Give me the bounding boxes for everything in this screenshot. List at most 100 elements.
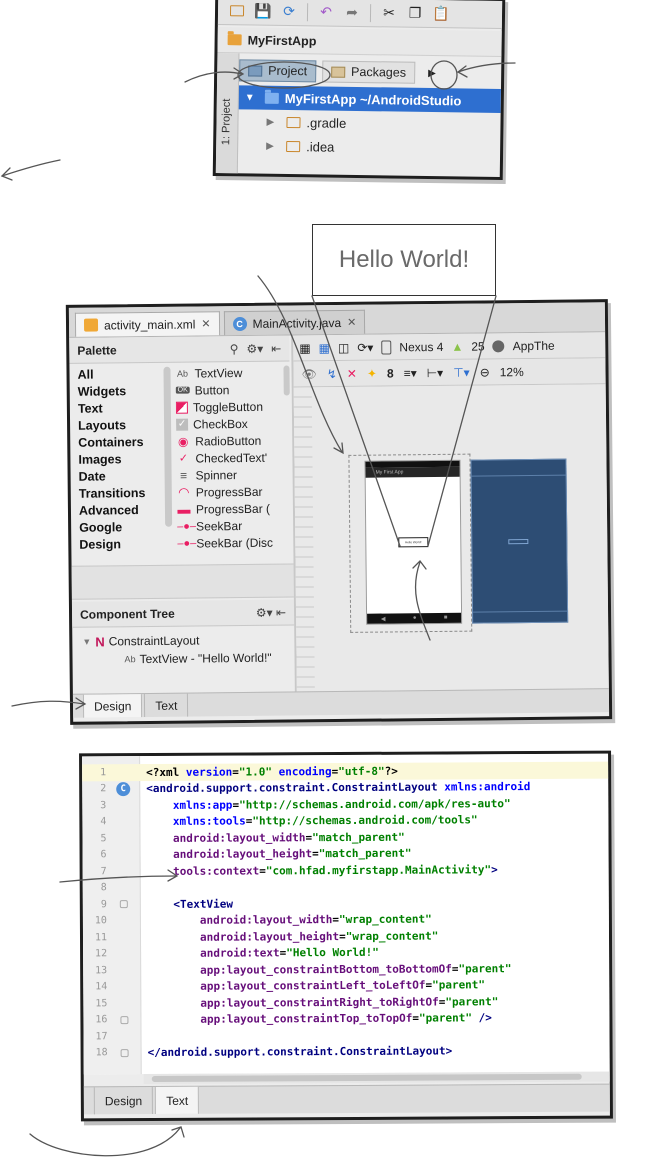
default-margin-value[interactable]: 8: [387, 366, 394, 380]
close-icon[interactable]: ✕: [347, 316, 356, 329]
tree-item-gradle[interactable]: ▶ .gradle: [238, 109, 500, 137]
both-surfaces-icon[interactable]: ◫: [338, 340, 349, 354]
pack-icon[interactable]: ≡▾: [404, 366, 417, 380]
show-constraints-icon[interactable]: 👁: [301, 367, 316, 381]
palette-item-textview[interactable]: Ab TextView: [175, 363, 291, 381]
palette-widgets: Ab TextView OK Button ToggleButton ✓ CheckB…: [175, 363, 293, 551]
palette-item-togglebutton[interactable]: ToggleButton: [175, 397, 292, 415]
design-canvas[interactable]: My First App Hello World! ◀ ● ■: [293, 384, 609, 692]
file-tab-main-activity[interactable]: C MainActivity.java ✕: [223, 309, 366, 336]
more-views-arrow-icon[interactable]: ▶: [421, 62, 443, 84]
code-token: :layout_constraintRight_toRightOf: [220, 995, 439, 1010]
breadcrumb[interactable]: MyFirstApp: [217, 27, 502, 57]
scrollbar-thumb[interactable]: [151, 1073, 582, 1083]
code-token: tools: [173, 864, 207, 878]
palette-category[interactable]: Containers: [70, 433, 162, 451]
palette-category[interactable]: Google: [71, 518, 163, 536]
blueprint-textview[interactable]: [508, 539, 529, 545]
component-tree-root-label: ConstraintLayout: [108, 633, 200, 649]
preview-textview[interactable]: Hello World!: [398, 537, 429, 548]
code-token: :layout_width: [219, 830, 306, 845]
palette-item-progressbar-horizontal[interactable]: ▬ ProgressBar (: [177, 499, 293, 517]
theme-selector[interactable]: AppThe: [513, 338, 555, 352]
blueprint-preview[interactable]: [470, 458, 569, 624]
design-preview-phone[interactable]: My First App Hello World! ◀ ● ■: [364, 459, 463, 625]
project-side-tab[interactable]: 1: Project: [215, 53, 240, 180]
search-icon[interactable]: ⚲: [230, 342, 239, 356]
palette-category[interactable]: Images: [70, 450, 162, 468]
code-token: :text: [246, 946, 280, 960]
paste-icon[interactable]: 📋: [430, 3, 452, 23]
file-tab-activity-main[interactable]: activity_main.xml ✕: [74, 311, 220, 337]
toggle-icon: [175, 401, 188, 414]
palette-item-seekbar-discrete[interactable]: –●– SeekBar (Disc: [177, 533, 293, 551]
tab-text[interactable]: Text: [155, 1086, 200, 1115]
device-selector[interactable]: Nexus 4: [399, 339, 443, 353]
palette-category[interactable]: Date: [71, 467, 163, 485]
horizontal-scrollbar[interactable]: [143, 1071, 613, 1085]
tab-project[interactable]: Project: [239, 59, 317, 83]
copy-icon[interactable]: ❐: [404, 3, 426, 23]
orientation-icon[interactable]: ⟳▾: [357, 340, 373, 354]
save-icon[interactable]: 💾: [252, 1, 274, 21]
palette-item-checkbox[interactable]: ✓ CheckBox: [176, 414, 292, 432]
redo-icon[interactable]: ➦: [341, 2, 363, 22]
sync-icon[interactable]: ⟳: [278, 1, 300, 21]
palette-categories-scrollbar[interactable]: [163, 366, 173, 527]
palette-category[interactable]: Transitions: [71, 484, 163, 502]
hide-panel-icon[interactable]: ⇤: [271, 341, 281, 355]
collapsed-arrow-icon[interactable]: ▶: [266, 140, 280, 151]
tab-design[interactable]: Design: [93, 1087, 154, 1115]
palette-category[interactable]: Advanced: [71, 501, 163, 519]
open-folder-icon[interactable]: [226, 1, 248, 21]
project-view-tabs: Project Packages ▶: [239, 57, 443, 86]
infer-constraints-icon[interactable]: ✦: [367, 366, 377, 380]
blueprint-surface-icon[interactable]: ▦: [319, 341, 330, 355]
autoconnect-icon[interactable]: ↯: [327, 367, 337, 381]
palette-category[interactable]: Layouts: [70, 416, 162, 434]
android-api-icon: ▲: [451, 339, 464, 354]
palette-item-seekbar[interactable]: –●– SeekBar: [177, 516, 293, 534]
palette-category[interactable]: Design: [71, 535, 163, 553]
palette-item-checkedtextview[interactable]: ✓ CheckedText': [176, 448, 292, 466]
code-token: "parent": [432, 978, 486, 992]
align-icon[interactable]: ⊢▾: [427, 365, 444, 379]
zoom-out-icon[interactable]: ⊖: [480, 365, 490, 379]
palette-widgets-scrollbar[interactable]: [283, 365, 290, 396]
component-tree-child[interactable]: Ab TextView - "Hello World!": [72, 647, 294, 669]
palette-category[interactable]: Widgets: [70, 382, 162, 400]
fold-icon[interactable]: [120, 1048, 129, 1057]
palette-category[interactable]: All: [69, 365, 161, 383]
expanded-arrow-icon[interactable]: ▼: [245, 92, 259, 103]
palette-item-spinner[interactable]: ≡ Spinner: [177, 465, 293, 483]
fold-icon[interactable]: [120, 1015, 129, 1024]
code-editor[interactable]: 1 <?xml version="1.0" encoding="utf-8"?>…: [82, 753, 610, 1075]
tab-text[interactable]: Text: [144, 693, 189, 718]
code-line: 18 </android.support.constraint.Constrai…: [84, 1042, 610, 1061]
palette-item-radiobutton[interactable]: ◉ RadioButton: [176, 431, 292, 449]
palette-item-button[interactable]: OK Button: [175, 380, 292, 398]
undo-icon[interactable]: ↶: [315, 2, 337, 22]
guidelines-icon[interactable]: ⊤▾: [453, 365, 470, 379]
palette-splitter[interactable]: [71, 563, 294, 600]
code-token: <android.support.constraint.ConstraintLa…: [146, 780, 445, 796]
collapsed-arrow-icon[interactable]: ▶: [266, 116, 280, 127]
api-selector[interactable]: 25: [471, 339, 485, 353]
palette-item-progressbar[interactable]: ◠ ProgressBar: [177, 482, 293, 500]
design-surface-icon[interactable]: ▦: [299, 341, 310, 355]
tree-item-idea[interactable]: ▶ .idea: [238, 133, 500, 161]
class-icon[interactable]: C: [116, 781, 131, 796]
expanded-arrow-icon[interactable]: ▼: [82, 637, 91, 647]
gear-icon[interactable]: ⚙▾: [246, 341, 263, 355]
tab-design[interactable]: Design: [82, 694, 143, 718]
close-icon[interactable]: ✕: [201, 317, 210, 330]
tree-item-root[interactable]: ▼ MyFirstApp ~/AndroidStudio: [238, 85, 501, 113]
toolbar-separator: [306, 2, 309, 21]
fold-icon[interactable]: [119, 900, 128, 909]
cut-icon[interactable]: ✂: [378, 3, 400, 23]
palette-item-label: CheckedText': [195, 450, 268, 466]
tab-packages[interactable]: Packages: [321, 60, 416, 84]
clear-constraints-icon[interactable]: ✕: [347, 366, 357, 380]
palette-category[interactable]: Text: [70, 399, 162, 417]
gear-icon[interactable]: ⚙▾ ⇤: [256, 605, 286, 619]
